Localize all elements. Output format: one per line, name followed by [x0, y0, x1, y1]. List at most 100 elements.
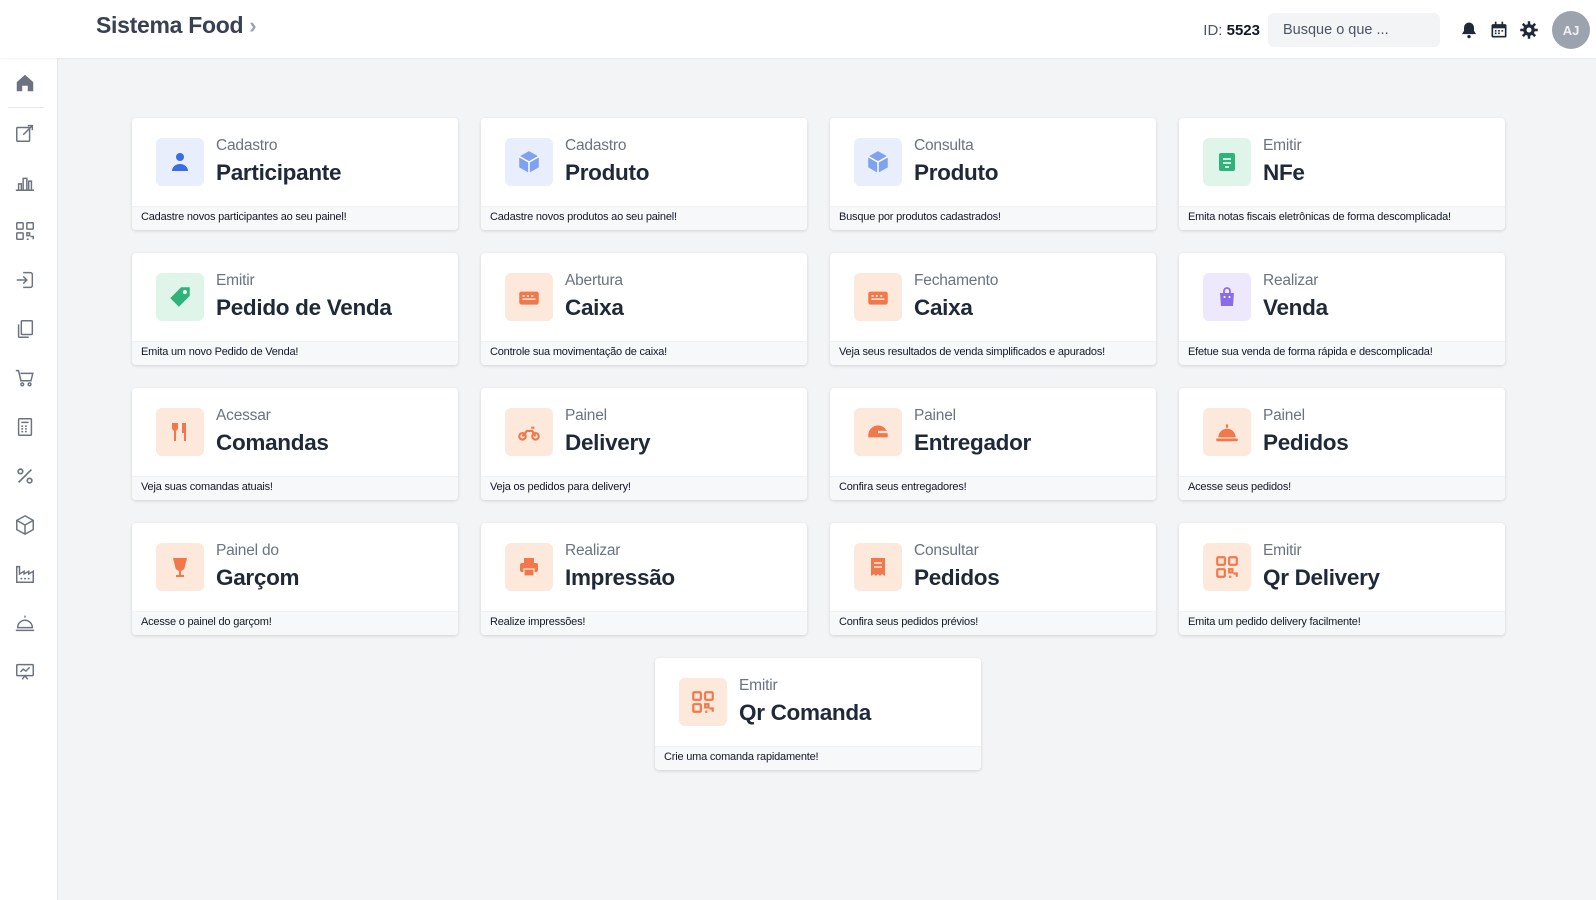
card-title: NFe — [1263, 160, 1305, 185]
qr-code-icon — [1203, 543, 1251, 591]
user-id-value: 5523 — [1226, 21, 1260, 39]
card-title: Participante — [216, 160, 342, 185]
cutlery-icon — [156, 408, 204, 456]
card-description: Veja os pedidos para delivery! — [481, 476, 807, 500]
cloche-icon — [1203, 408, 1251, 456]
card-emitir-pedido-de-venda[interactable]: Emitir Pedido de Venda Emita um novo Ped… — [132, 253, 458, 365]
card-cadastro-produto[interactable]: Cadastro Produto Cadastre novos produtos… — [481, 118, 807, 230]
card-acessar-comandas[interactable]: Acessar Comandas Veja suas comandas atua… — [132, 388, 458, 500]
qr-code-icon[interactable] — [10, 216, 40, 246]
card-fechamento-caixa[interactable]: Fechamento Caixa Veja seus resultados de… — [830, 253, 1156, 365]
card-kicker: Realizar — [565, 542, 621, 559]
card-painel-pedidos[interactable]: Painel Pedidos Acesse seus pedidos! — [1179, 388, 1505, 500]
card-emitir-nfe[interactable]: Emitir NFe Emita notas fiscais eletrônic… — [1179, 118, 1505, 230]
bell-icon[interactable] — [1454, 15, 1484, 45]
card-description: Crie uma comanda rapidamente! — [655, 746, 981, 770]
card-kicker: Acessar — [216, 407, 271, 424]
printer-icon — [505, 543, 553, 591]
cash-register-icon — [854, 273, 902, 321]
card-kicker: Fechamento — [914, 272, 999, 289]
card-title: Delivery — [565, 430, 651, 455]
card-kicker: Painel do — [216, 542, 279, 559]
search-input[interactable] — [1268, 13, 1440, 47]
presentation-icon[interactable] — [10, 657, 40, 687]
invoice-icon — [1203, 138, 1251, 186]
app-title[interactable]: Sistema Food — [96, 12, 244, 39]
card-kicker: Emitir — [1263, 137, 1302, 154]
card-title: Garçom — [216, 565, 300, 590]
card-abertura-caixa[interactable]: Abertura Caixa Controle sua movimentação… — [481, 253, 807, 365]
card-description: Emita notas fiscais eletrônicas de forma… — [1179, 206, 1505, 230]
home-icon[interactable] — [10, 68, 40, 98]
card-title: Qr Comanda — [739, 700, 872, 725]
card-description: Veja suas comandas atuais! — [132, 476, 458, 500]
card-kicker: Emitir — [739, 677, 778, 694]
cloche-icon[interactable] — [10, 608, 40, 638]
card-emitir-qr-delivery[interactable]: Emitir Qr Delivery Emita um pedido deliv… — [1179, 523, 1505, 635]
motorcycle-icon — [505, 408, 553, 456]
card-emitir-qr-comanda[interactable]: Emitir Qr Comanda Crie uma comanda rapid… — [655, 658, 981, 770]
card-painel-entregador[interactable]: Painel Entregador Confira seus entregado… — [830, 388, 1156, 500]
top-bar: Sistema Food › ID: 5523 AJ — [0, 0, 1596, 58]
card-title: Venda — [1263, 295, 1328, 320]
edit-icon[interactable] — [10, 118, 40, 148]
card-description: Busque por produtos cadastrados! — [830, 206, 1156, 230]
box-icon[interactable] — [10, 510, 40, 540]
card-description: Acesse seus pedidos! — [1179, 476, 1505, 500]
user-id: ID: 5523 — [1203, 22, 1260, 39]
card-consulta-produto[interactable]: Consulta Produto Busque por produtos cad… — [830, 118, 1156, 230]
card-title: Qr Delivery — [1263, 565, 1380, 590]
card-realizar-impressao[interactable]: Realizar Impressão Realize impressões! — [481, 523, 807, 635]
cash-register-icon — [505, 273, 553, 321]
card-kicker: Emitir — [216, 272, 255, 289]
sidebar-divider — [8, 107, 44, 108]
cart-icon[interactable] — [10, 363, 40, 393]
card-kicker: Painel — [565, 407, 607, 424]
card-description: Realize impressões! — [481, 611, 807, 635]
factory-icon[interactable] — [10, 559, 40, 589]
card-title: Entregador — [914, 430, 1032, 455]
helmet-icon — [854, 408, 902, 456]
chevron-right-icon: › — [249, 12, 257, 38]
card-description: Efetue sua venda de forma rápida e desco… — [1179, 341, 1505, 365]
card-painel-do-garcom[interactable]: Painel do Garçom Acesse o painel do garç… — [132, 523, 458, 635]
card-cadastro-participante[interactable]: Cadastro Participante Cadastre novos par… — [132, 118, 458, 230]
receipt-icon — [854, 543, 902, 591]
calculator-icon[interactable] — [10, 412, 40, 442]
login-icon[interactable] — [10, 265, 40, 295]
shopping-bag-icon — [1203, 273, 1251, 321]
card-description: Cadastre novos participantes ao seu pain… — [132, 206, 458, 230]
card-title: Produto — [914, 160, 999, 185]
card-title: Pedido de Venda — [216, 295, 392, 320]
card-kicker: Cadastro — [565, 137, 627, 154]
card-kicker: Cadastro — [216, 137, 278, 154]
bar-chart-icon[interactable] — [10, 167, 40, 197]
percent-icon[interactable] — [10, 461, 40, 491]
card-consultar-pedidos[interactable]: Consultar Pedidos Confira seus pedidos p… — [830, 523, 1156, 635]
card-title: Pedidos — [914, 565, 1000, 590]
box-search-icon — [854, 138, 902, 186]
card-description: Acesse o painel do garçom! — [132, 611, 458, 635]
card-description: Controle sua movimentação de caixa! — [481, 341, 807, 365]
copy-icon[interactable] — [10, 314, 40, 344]
card-realizar-venda[interactable]: Realizar Venda Efetue sua venda de forma… — [1179, 253, 1505, 365]
card-title: Impressão — [565, 565, 675, 590]
card-kicker: Abertura — [565, 272, 623, 289]
card-title: Caixa — [914, 295, 973, 320]
header-actions: ID: 5523 AJ — [1203, 10, 1590, 50]
box-add-icon — [505, 138, 553, 186]
card-title: Produto — [565, 160, 650, 185]
user-icon — [156, 138, 204, 186]
card-description: Cadastre novos produtos ao seu painel! — [481, 206, 807, 230]
card-kicker: Consulta — [914, 137, 974, 154]
card-painel-delivery[interactable]: Painel Delivery Veja os pedidos para del… — [481, 388, 807, 500]
gear-icon[interactable] — [1514, 15, 1544, 45]
avatar[interactable]: AJ — [1552, 11, 1590, 49]
card-kicker: Painel — [914, 407, 956, 424]
breadcrumb: Sistema Food › — [96, 12, 257, 39]
card-description: Confira seus entregadores! — [830, 476, 1156, 500]
card-description: Confira seus pedidos prévios! — [830, 611, 1156, 635]
card-description: Veja seus resultados de venda simplifica… — [830, 341, 1156, 365]
calendar-icon[interactable] — [1484, 15, 1514, 45]
card-kicker: Emitir — [1263, 542, 1302, 559]
